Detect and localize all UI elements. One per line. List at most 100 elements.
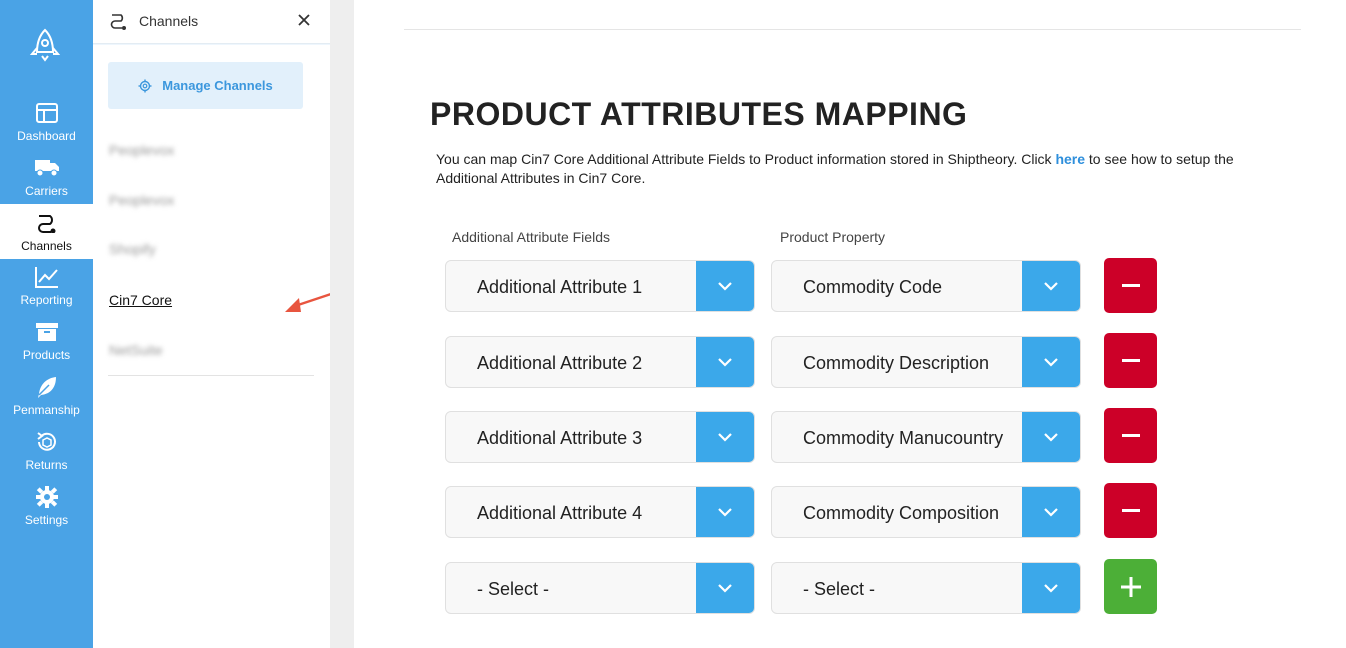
product-property-select[interactable]: Commodity Code — [771, 260, 1081, 312]
nav-label: Carriers — [25, 184, 68, 198]
dropdown-button[interactable] — [696, 487, 754, 537]
chevron-down-icon — [718, 357, 732, 367]
remove-row-button[interactable] — [1104, 408, 1157, 463]
plus-icon — [1120, 576, 1141, 597]
select-value: Additional Attribute 3 — [477, 428, 643, 448]
channel-item[interactable]: Peoplevox — [109, 192, 174, 208]
minus-icon — [1121, 433, 1140, 437]
feather-icon — [34, 374, 60, 400]
minus-icon — [1121, 508, 1140, 512]
panel-gutter — [330, 0, 354, 648]
nav-reporting[interactable]: Reporting — [0, 264, 93, 319]
attribute-field-select[interactable]: - Select - — [445, 562, 755, 614]
gear-icon — [34, 484, 60, 510]
remove-row-button[interactable] — [1104, 483, 1157, 538]
dropdown-button[interactable] — [696, 563, 754, 613]
add-row-button[interactable] — [1104, 559, 1157, 614]
chevron-down-icon — [1044, 281, 1058, 291]
icon-rail: Dashboard Carriers Channels Reporting Pr… — [0, 0, 93, 648]
remove-row-button[interactable] — [1104, 333, 1157, 388]
chevron-down-icon — [718, 281, 732, 291]
dropdown-button[interactable] — [1022, 563, 1080, 613]
gear-icon — [138, 79, 152, 92]
panel-body: Manage Channels Peoplevox Peoplevox Shop… — [93, 45, 330, 648]
nav-returns[interactable]: Returns — [0, 429, 93, 484]
channels-icon — [34, 210, 60, 236]
channels-panel: Channels Manage Channels Peoplevox Peopl… — [93, 0, 356, 648]
truck-icon — [34, 155, 60, 181]
panel-divider — [108, 375, 314, 376]
returns-icon — [34, 429, 60, 455]
select-value: Additional Attribute 4 — [477, 503, 643, 523]
product-property-select[interactable]: Commodity Composition — [771, 486, 1081, 538]
dashboard-icon — [34, 100, 60, 126]
chevron-down-icon — [718, 507, 732, 517]
dropdown-button[interactable] — [696, 337, 754, 387]
chevron-down-icon — [1044, 432, 1058, 442]
divider — [404, 29, 1301, 30]
product-property-select[interactable]: Commodity Manucountry — [771, 411, 1081, 463]
select-value: Additional Attribute 2 — [477, 353, 643, 373]
remove-row-button[interactable] — [1104, 258, 1157, 313]
channel-item-cin7-core[interactable]: Cin7 Core — [109, 292, 172, 308]
chevron-down-icon — [1044, 507, 1058, 517]
nav-label: Channels — [21, 239, 72, 253]
select-value: Commodity Manucountry — [803, 428, 1004, 448]
page-description: You can map Cin7 Core Additional Attribu… — [436, 150, 1286, 188]
chart-icon — [34, 264, 60, 290]
nav-label: Settings — [24, 513, 69, 527]
box-icon — [34, 319, 60, 345]
dropdown-button[interactable] — [1022, 261, 1080, 311]
channel-item[interactable]: Shopify — [109, 241, 156, 257]
dropdown-button[interactable] — [1022, 412, 1080, 462]
manage-channels-label: Manage Channels — [162, 78, 273, 93]
chevron-down-icon — [718, 432, 732, 442]
select-value: Commodity Code — [803, 277, 943, 297]
dropdown-button[interactable] — [696, 261, 754, 311]
channel-item[interactable]: NetSuite — [109, 342, 163, 358]
nav-settings[interactable]: Settings — [0, 484, 93, 539]
panel-title: Channels — [139, 13, 199, 29]
channels-icon — [110, 14, 126, 30]
select-value: - Select - — [477, 579, 550, 599]
nav-label: Products — [22, 348, 71, 362]
manage-channels-button[interactable]: Manage Channels — [108, 62, 303, 109]
select-value: Additional Attribute 1 — [477, 277, 643, 297]
product-property-select[interactable]: Commodity Description — [771, 336, 1081, 388]
dropdown-button[interactable] — [1022, 337, 1080, 387]
select-value: Commodity Composition — [803, 503, 1000, 523]
chevron-down-icon — [718, 583, 732, 593]
select-value: Commodity Description — [803, 353, 990, 373]
nav-products[interactable]: Products — [0, 319, 93, 374]
help-link[interactable]: here — [1055, 151, 1085, 167]
logo-icon[interactable] — [29, 28, 61, 62]
product-property-select[interactable]: - Select - — [771, 562, 1081, 614]
panel-header: Channels — [93, 0, 330, 44]
nav-label: Reporting — [20, 293, 73, 307]
dropdown-button[interactable] — [696, 412, 754, 462]
description-text: You can map Cin7 Core Additional Attribu… — [436, 151, 1056, 167]
column-header-property: Product Property — [780, 229, 886, 245]
nav-channels[interactable]: Channels — [0, 204, 93, 259]
attribute-field-select[interactable]: Additional Attribute 3 — [445, 411, 755, 463]
page-title: PRODUCT ATTRIBUTES MAPPING — [430, 96, 968, 132]
attribute-field-select[interactable]: Additional Attribute 1 — [445, 260, 755, 312]
nav-label: Returns — [25, 458, 68, 472]
attribute-field-select[interactable]: Additional Attribute 4 — [445, 486, 755, 538]
chevron-down-icon — [1044, 357, 1058, 367]
nav-dashboard[interactable]: Dashboard — [0, 100, 93, 155]
minus-icon — [1121, 283, 1140, 287]
minus-icon — [1121, 358, 1140, 362]
nav-carriers[interactable]: Carriers — [0, 155, 93, 210]
nav-penmanship[interactable]: Penmanship — [0, 374, 93, 429]
channel-item[interactable]: Peoplevox — [109, 142, 174, 158]
close-icon[interactable] — [296, 12, 312, 28]
chevron-down-icon — [1044, 583, 1058, 593]
nav-label: Penmanship — [13, 403, 80, 417]
dropdown-button[interactable] — [1022, 487, 1080, 537]
attribute-field-select[interactable]: Additional Attribute 2 — [445, 336, 755, 388]
nav-label: Dashboard — [17, 129, 76, 143]
select-value: - Select - — [803, 579, 876, 599]
main-content: PRODUCT ATTRIBUTES MAPPING You can map C… — [354, 0, 1346, 648]
column-header-fields: Additional Attribute Fields — [452, 229, 610, 245]
